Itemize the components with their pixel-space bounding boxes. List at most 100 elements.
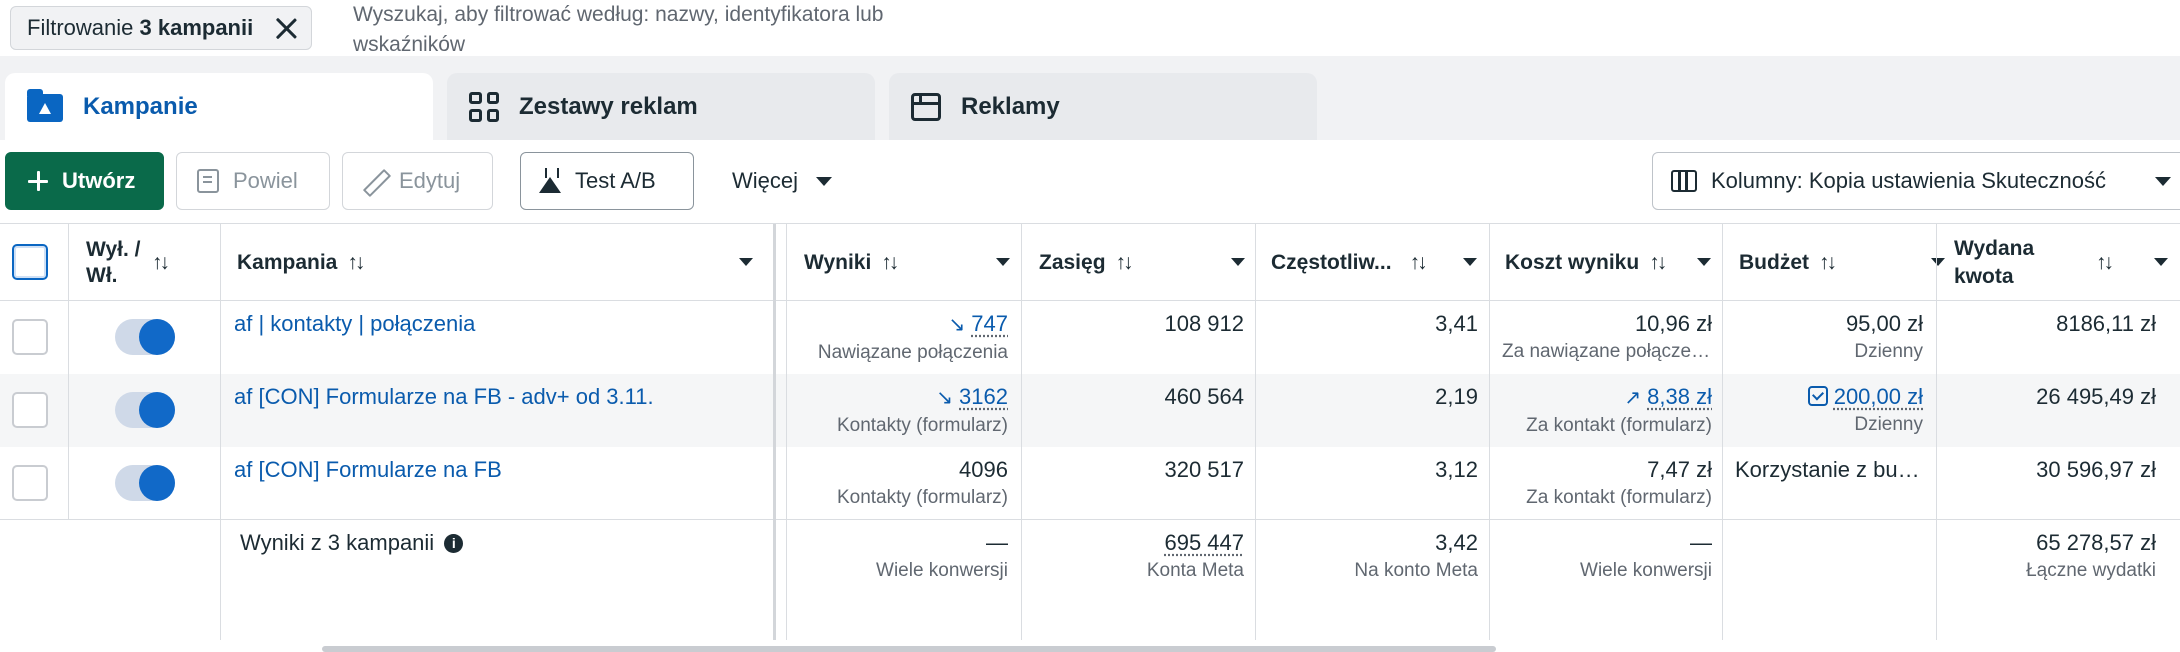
column-header-budget[interactable]: Budżet ↑↓ [1727, 224, 1957, 301]
chevron-down-icon[interactable] [739, 258, 753, 266]
column-header-results[interactable]: Wyniki ↑↓ [792, 224, 1022, 301]
campaign-cell: af | kontakty | połączenia [222, 301, 767, 374]
column-header-label: Wyniki [804, 251, 871, 275]
tab-campaigns[interactable]: Kampanie [5, 73, 433, 140]
budget-cell: 95,00 zł Dzienny [1723, 301, 1935, 374]
campaign-toggle[interactable] [115, 319, 175, 355]
campaign-toggle[interactable] [115, 392, 175, 428]
campaign-toggle[interactable] [115, 465, 175, 501]
chevron-down-icon[interactable] [996, 258, 1010, 266]
cost-type: Za kontakt (formularz) [1502, 413, 1712, 439]
trend-down-icon: ↘ [949, 310, 966, 340]
toolbar: Utwórz Powiel Edytuj Test A/B Więcej Kol… [0, 140, 2180, 224]
cost-value[interactable]: 8,38 zł [1647, 384, 1712, 409]
totals-results-type: Wiele konwersji [802, 558, 1008, 584]
sort-icon[interactable]: ↑↓ [347, 251, 362, 275]
results-value[interactable]: 747 [971, 311, 1008, 336]
column-header-reach[interactable]: Zasięg ↑↓ [1027, 224, 1257, 301]
ab-test-button[interactable]: Test A/B [520, 152, 694, 210]
tab-ads[interactable]: Reklamy [889, 73, 1317, 140]
chevron-down-icon[interactable] [1463, 258, 1477, 266]
frequency-cell: 3,41 [1256, 301, 1490, 374]
sort-icon[interactable]: ↑↓ [1116, 251, 1131, 275]
create-button[interactable]: Utwórz [5, 152, 164, 210]
frequency-cell: 3,12 [1256, 447, 1490, 519]
horizontal-scrollbar[interactable] [322, 646, 1496, 652]
column-divider [1936, 224, 1937, 640]
edit-button[interactable]: Edytuj [342, 152, 493, 210]
budget-cell: Korzystanie z budżetu zestawu reklam [1723, 447, 1935, 519]
frequency-value: 2,19 [1268, 382, 1478, 412]
campaign-name-link[interactable]: af [CON] Formularze na FB - adv+ od 3.11… [234, 382, 755, 412]
search-input[interactable]: Wyszukaj, aby filtrować według: nazwy, i… [353, 0, 973, 60]
row-checkbox[interactable] [12, 319, 48, 355]
sort-icon[interactable]: ↑↓ [881, 251, 896, 275]
frequency-value: 3,41 [1268, 309, 1478, 339]
reach-cell: 460 564 [1022, 374, 1256, 447]
row-checkbox[interactable] [12, 465, 48, 501]
spent-value: 30 596,97 zł [1950, 455, 2156, 485]
column-header-cost-per-result[interactable]: Koszt wyniku ↑↓ [1493, 224, 1723, 301]
reach-cell: 320 517 [1022, 447, 1256, 519]
budget-type: Dzienny [1735, 339, 1923, 365]
budget-value[interactable]: 200,00 zł [1834, 384, 1923, 409]
column-divider [786, 224, 787, 640]
campaign-name-link[interactable]: af [CON] Formularze na FB [234, 455, 755, 485]
totals-results-cell: — Wiele konwersji [790, 520, 1020, 640]
column-header-amount-spent[interactable]: Wydana kwota ↑↓ [1942, 224, 2180, 301]
close-icon[interactable] [275, 17, 297, 39]
results-value[interactable]: 3162 [959, 384, 1008, 409]
columns-dropdown[interactable]: Kolumny: Kopia ustawienia Skuteczność [1652, 152, 2180, 210]
filter-chip-label: Filtrowanie 3 kampanii [27, 15, 253, 41]
column-divider [220, 224, 221, 640]
spent-cell: 8186,11 zł [1938, 301, 2168, 374]
filter-chip[interactable]: Filtrowanie 3 kampanii [10, 6, 312, 50]
chevron-down-icon[interactable] [1697, 258, 1711, 266]
sort-icon[interactable]: ↑↓ [2096, 249, 2111, 277]
duplicate-icon [197, 169, 219, 193]
results-cell: ↘ 747 Nawiązane połączenia [790, 301, 1020, 374]
ab-test-label: Test A/B [575, 168, 656, 194]
sort-icon[interactable]: ↑↓ [1819, 251, 1834, 275]
column-header-toggle[interactable]: Wył. / Wł. ↑↓ [74, 224, 220, 301]
chevron-down-icon[interactable] [1231, 258, 1245, 266]
frequency-value: 3,12 [1268, 455, 1478, 485]
totals-spent-cell: 65 278,57 zł Łączne wydatki [1938, 520, 2168, 640]
more-label: Więcej [732, 168, 798, 194]
sort-icon[interactable]: ↑↓ [1410, 251, 1425, 275]
sort-icon[interactable]: ↑↓ [1649, 251, 1664, 275]
table-row[interactable]: af [CON] Formularze na FB 4096 Kontakty … [0, 447, 2180, 520]
column-divider [1255, 224, 1256, 640]
ad-sets-grid-icon [469, 92, 499, 122]
tab-label: Reklamy [961, 93, 1060, 121]
row-checkbox[interactable] [12, 392, 48, 428]
table-row[interactable]: af | kontakty | połączenia ↘ 747 Nawiązan… [0, 301, 2180, 374]
pencil-icon [363, 170, 385, 192]
cost-cell: 7,47 zł Za kontakt (formularz) [1490, 447, 1724, 519]
more-dropdown[interactable]: Więcej [716, 152, 846, 210]
filter-bar: Filtrowanie 3 kampanii Wyszukaj, aby fil… [0, 0, 2180, 56]
budget-value[interactable]: Korzystanie z budżetu zestawu reklam [1735, 455, 1923, 485]
tab-ad-sets[interactable]: Zestawy reklam [447, 73, 875, 140]
budget-value[interactable]: 95,00 zł [1735, 309, 1923, 339]
totals-reach-value[interactable]: 695 447 [1164, 530, 1244, 555]
info-icon[interactable]: i [444, 534, 463, 553]
ad-window-icon [911, 93, 941, 121]
column-header-frequency[interactable]: Częstotliw... ↑↓ [1259, 224, 1489, 301]
chevron-down-icon[interactable] [2154, 258, 2168, 266]
campaign-name-link[interactable]: af | kontakty | połączenia [234, 309, 755, 339]
column-header-label: Wył. / Wł. [86, 237, 142, 289]
column-freeze-divider[interactable] [773, 224, 776, 640]
table-row[interactable]: af [CON] Formularze na FB - adv+ od 3.11… [0, 374, 2180, 447]
spent-cell: 26 495,49 zł [1938, 374, 2168, 447]
sort-icon[interactable]: ↑↓ [152, 250, 167, 276]
reach-value: 460 564 [1034, 382, 1244, 412]
columns-icon [1671, 170, 1697, 192]
duplicate-button[interactable]: Powiel [176, 152, 330, 210]
column-header-campaign[interactable]: Kampania ↑↓ [225, 224, 765, 301]
totals-frequency-value: 3,42 [1268, 528, 1478, 558]
results-type: Nawiązane połączenia [802, 340, 1008, 366]
column-header-label: Wydana kwota [1954, 235, 2064, 291]
select-all-checkbox[interactable] [12, 244, 48, 280]
table-header: Wył. / Wł. ↑↓ Kampania ↑↓ Wyniki ↑↓ Zasi… [0, 224, 2180, 301]
